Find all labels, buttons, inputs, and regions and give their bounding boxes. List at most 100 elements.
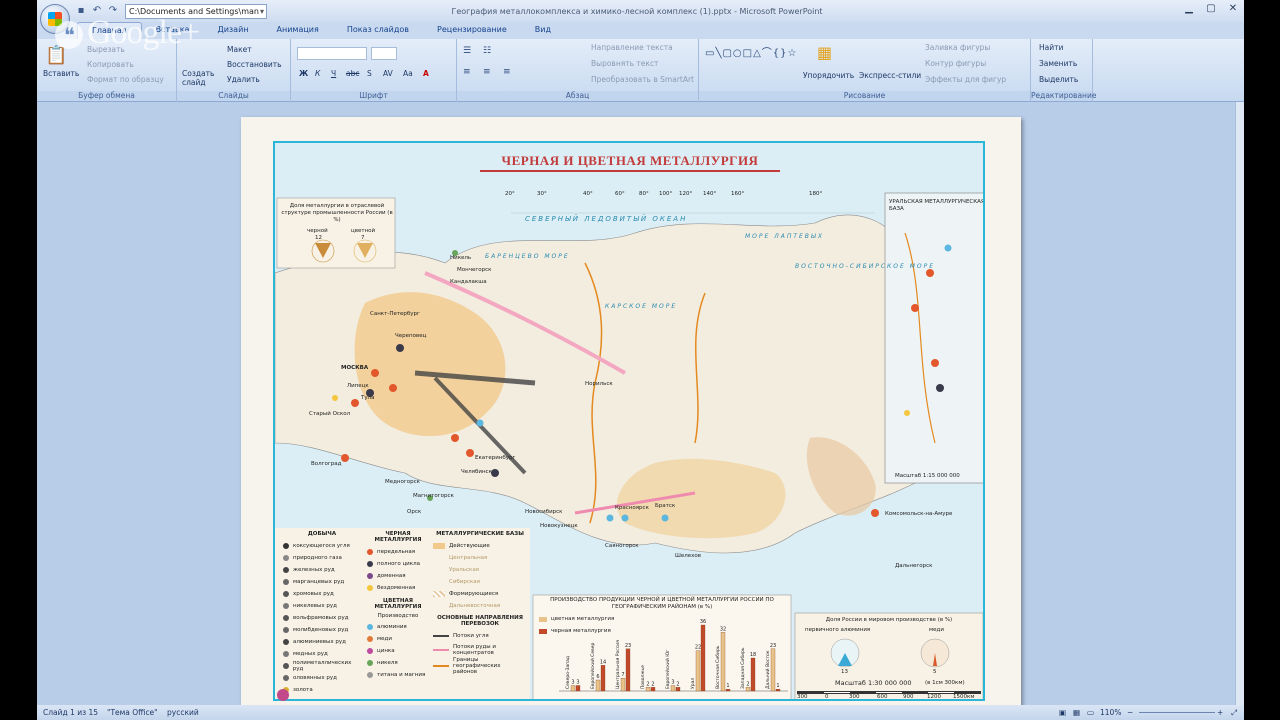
city-volgograd: Волгоград (311, 461, 342, 467)
chart-category-label: Урал (690, 678, 696, 689)
layout-button[interactable]: Макет (227, 45, 252, 54)
select-button[interactable]: Выделить (1039, 75, 1078, 84)
legend-row: алюминия (367, 621, 429, 633)
new-slide-button[interactable]: Создать слайд (182, 69, 216, 87)
tab-slideshow[interactable]: Показ слайдов (333, 22, 423, 39)
zoom-in-icon[interactable]: + (1217, 708, 1223, 717)
lon-140: 140° (703, 191, 717, 197)
replace-button[interactable]: Заменить (1039, 59, 1077, 68)
google-plus-overlay: ❝ Google+ (55, 14, 200, 52)
format-painter-button[interactable]: Формат по образцу (87, 75, 164, 84)
zoom-level[interactable]: 110% (1100, 708, 1121, 717)
chart-data-label: 23 (625, 643, 631, 649)
shape-fill-button[interactable]: Заливка фигуры (925, 43, 990, 52)
shapes-gallery-icon[interactable]: ▭╲▢○□△⌒{}☆ (705, 44, 797, 59)
underline-button[interactable]: Ч (331, 69, 336, 78)
shape-outline-button[interactable]: Контур фигуры (925, 59, 986, 68)
shape-effects-button[interactable]: Эффекты для фигур (925, 75, 1006, 84)
lon-60: 60° (615, 191, 625, 197)
normal-view-icon[interactable]: ▣ (1059, 708, 1066, 717)
find-button[interactable]: Найти (1039, 43, 1063, 52)
tab-animation[interactable]: Анимация (263, 22, 333, 39)
legend-row: хромовых руд (283, 588, 361, 600)
align-center-icon[interactable]: ≡ (483, 67, 491, 77)
ore-flow-swatch (433, 649, 449, 651)
bullets-icon[interactable]: ☰ (463, 46, 471, 56)
copy-button[interactable]: Копировать (87, 60, 134, 69)
blast-furnace-icon (367, 573, 373, 579)
legend-row: Действующие (433, 540, 527, 552)
sea-barents: БАРЕНЦЕВО МОРЕ (485, 253, 570, 260)
minimize-icon[interactable]: ▁ (1178, 0, 1200, 18)
bold-button[interactable]: Ж (299, 69, 308, 78)
tab-view[interactable]: Вид (521, 22, 565, 39)
base-forming-swatch (433, 591, 445, 597)
chart-data-label: 1 (726, 683, 729, 689)
vertical-scrollbar[interactable] (1235, 102, 1244, 705)
legend-item: Действующие (449, 543, 490, 549)
lon-120: 120° (679, 191, 693, 197)
clipboard-group-label: Буфер обмена (37, 91, 176, 101)
align-right-icon[interactable]: ≡ (503, 67, 511, 77)
scale-text: Масштаб 1:30 000 000 (835, 679, 912, 687)
editing-group: Найти Заменить Выделить Редактирование (1031, 39, 1096, 102)
theme-name[interactable]: "Тема Office" (107, 708, 158, 717)
tab-design[interactable]: Дизайн (203, 22, 262, 39)
ribbon: 📋 Вставить Вырезать Копировать Формат по… (37, 39, 1244, 102)
scale-tick: 300 (797, 694, 808, 700)
legend-ferrous-header: ЧЕРНАЯ МЕТАЛЛУРГИЯ (374, 531, 422, 543)
smartart-button[interactable]: Преобразовать в SmartArt (591, 75, 694, 84)
case-button[interactable]: Aa (403, 69, 413, 78)
share-nonferrous-label: цветной (351, 228, 376, 234)
slide-counter: Слайд 1 из 15 (43, 708, 99, 717)
fit-window-icon[interactable]: ⤢ (1231, 708, 1237, 718)
language[interactable]: русский (167, 708, 199, 717)
italic-button[interactable]: К (315, 69, 320, 78)
arrange-button[interactable]: Упорядочить (803, 71, 854, 80)
scale-tick: 600 (877, 694, 888, 700)
align-text-button[interactable]: Выровнять текст (591, 59, 658, 68)
tab-review[interactable]: Рецензирование (423, 22, 521, 39)
legend-row: молибденовых руд (283, 624, 361, 636)
font-name-box[interactable] (297, 47, 367, 60)
reset-button[interactable]: Восстановить (227, 60, 282, 69)
slideshow-view-icon[interactable]: ▭ (1087, 708, 1094, 717)
aluminium-icon (367, 624, 373, 630)
city-monchegorsk: Мончегорск (457, 267, 492, 273)
numbering-icon[interactable]: ☷ (483, 46, 491, 56)
drawing-group-label: Рисование (699, 91, 1030, 101)
strike-button[interactable]: abc (346, 69, 359, 78)
city-moscow: МОСКВА (341, 365, 369, 371)
quick-styles-button[interactable]: Экспресс-стили (859, 71, 921, 80)
zoom-slider[interactable] (1139, 712, 1215, 713)
legend-item: меди (377, 636, 392, 642)
legend-item: золота (293, 687, 313, 693)
font-size-box[interactable] (371, 47, 397, 60)
chart-bar (595, 679, 601, 692)
font-color-button[interactable]: A (423, 69, 429, 78)
chart-category-label: Западная Сибирь (740, 647, 746, 689)
delete-slide-button[interactable]: Удалить (227, 75, 260, 84)
chart-bar (625, 648, 631, 692)
close-icon[interactable]: ✕ (1222, 0, 1244, 18)
sea-east-siberian: ВОСТОЧНО-СИБИРСКОЕ МОРЕ (795, 263, 936, 270)
legend-flows-header: ОСНОВНЫЕ НАПРАВЛЕНИЯ ПЕРЕВОЗОК (437, 615, 523, 627)
city-nikel: Никель (450, 255, 472, 261)
google-quote-icon: ❝ (55, 21, 83, 50)
window-controls: ▁ ▢ ✕ (1178, 0, 1244, 18)
sea-laptev: МОРЕ ЛАПТЕВЫХ (745, 233, 824, 240)
align-left-icon[interactable]: ≡ (463, 67, 471, 77)
text-direction-button[interactable]: Направление текста (591, 43, 673, 52)
slide-canvas[interactable]: ЧЕРНАЯ И ЦВЕТНАЯ МЕТАЛЛУРГИЯ Доля металл… (241, 117, 1021, 705)
maximize-icon[interactable]: ▢ (1200, 0, 1222, 18)
zoom-out-icon[interactable]: − (1127, 708, 1133, 717)
city-lipetsk: Липецк (347, 383, 369, 389)
chart-data-label: 3 (576, 680, 579, 686)
spacing-button[interactable]: AV (383, 69, 393, 78)
legend-item: Границы географических районов (453, 657, 501, 675)
coal-flow-swatch (433, 635, 449, 637)
chart-data-label: 3 (571, 680, 574, 686)
shadow-button[interactable]: S (367, 69, 372, 78)
sorter-view-icon[interactable]: ▦ (1073, 708, 1080, 717)
paste-button[interactable]: Вставить (43, 69, 79, 78)
